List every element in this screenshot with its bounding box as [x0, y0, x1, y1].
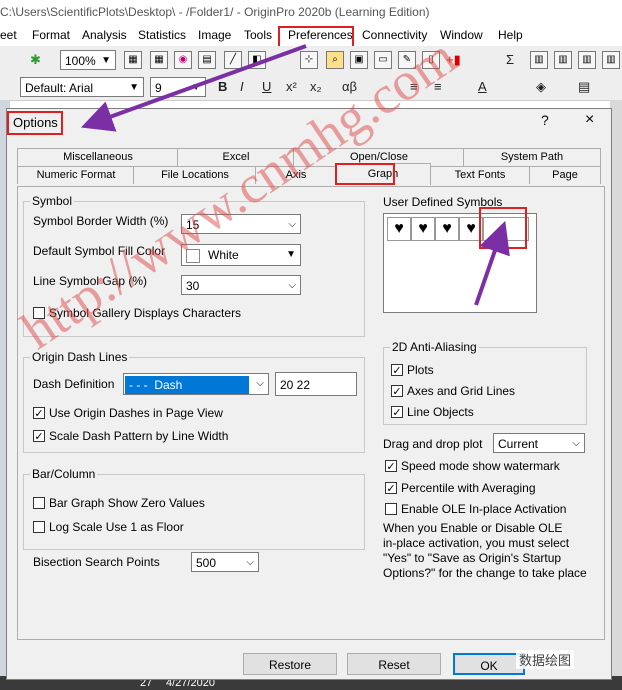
annotation-arrows — [80, 44, 510, 306]
brand-label: 数据绘图 — [516, 650, 575, 669]
arrow-to-symbol-slot — [474, 220, 510, 306]
graph-tab-highlight — [335, 163, 395, 185]
arrow-to-options — [80, 44, 307, 132]
